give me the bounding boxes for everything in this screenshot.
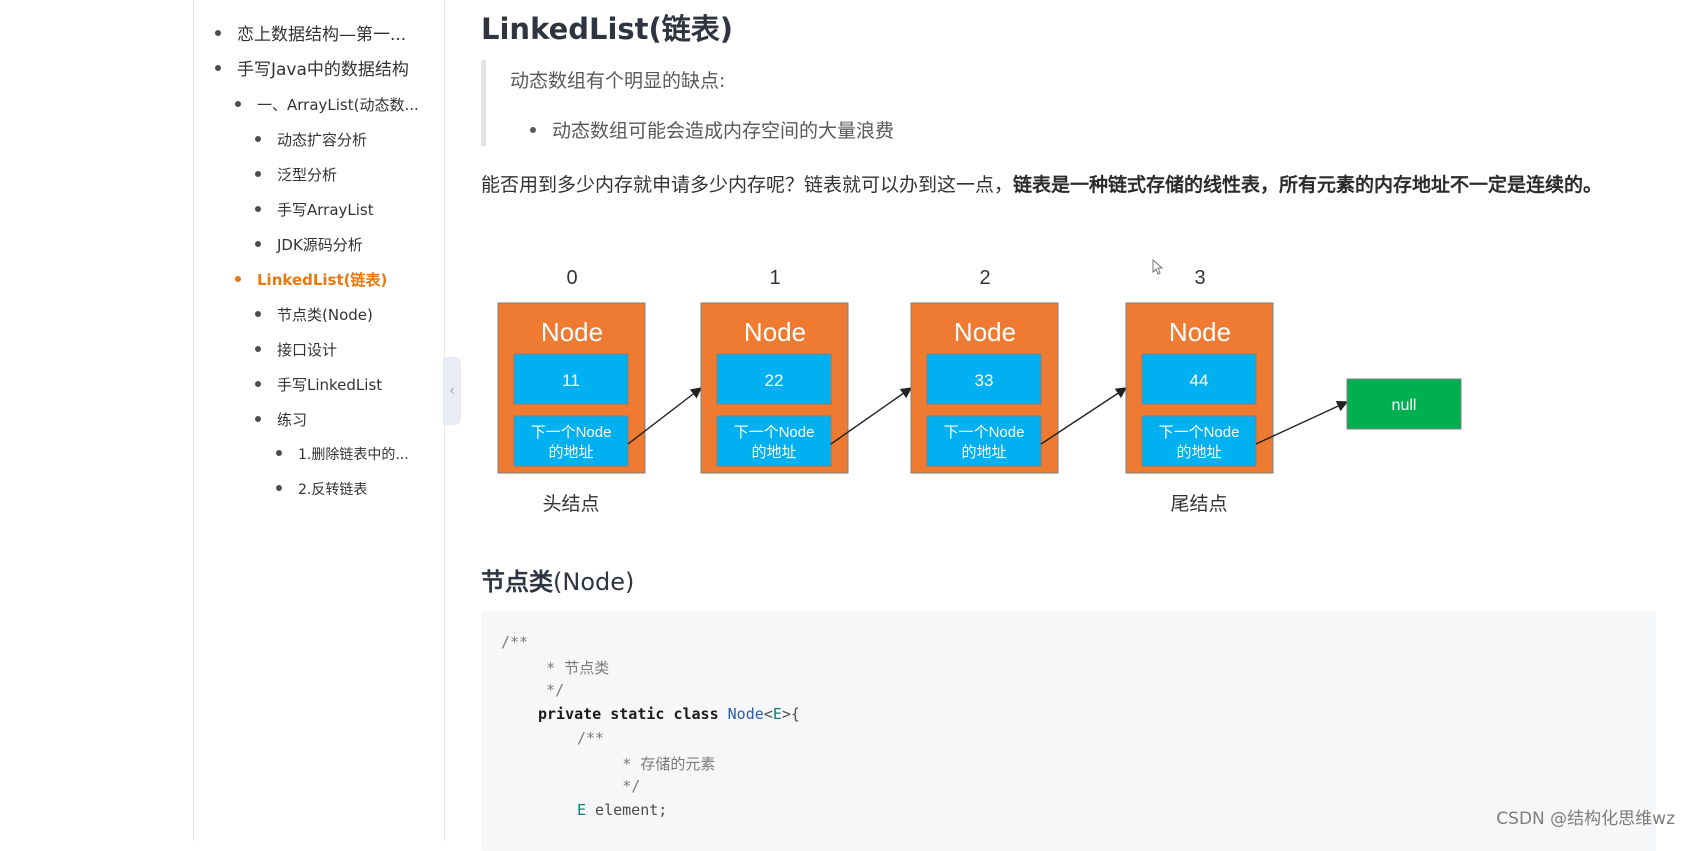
bullet-icon [235, 100, 241, 107]
code-block: /** * 节点类 */ private static class Node<E… [481, 611, 1656, 851]
null-label: null [1392, 397, 1417, 414]
bullet-icon [215, 30, 221, 36]
node-title: Node [1169, 317, 1231, 347]
node-value: 22 [765, 371, 784, 390]
node-value: 11 [562, 371, 580, 390]
bullet-icon [255, 170, 261, 177]
node-index-label: 3 [1194, 267, 1205, 289]
bullet-icon [276, 485, 282, 491]
quote-list-item: 动态数组可能会造成内存空间的大量浪费 [530, 116, 894, 143]
bullet-icon [530, 126, 536, 133]
code-line: E element; [577, 801, 667, 819]
node-next-label: 下一个Node [531, 424, 612, 441]
paragraph-plain: 能否用到多少内存就申请多少内存呢？链表就可以办到这一点， [481, 174, 1014, 196]
bullet-icon [255, 240, 261, 247]
body-paragraph: 能否用到多少内存就申请多少内存呢？链表就可以办到这一点，链表是一种链式存储的线性… [481, 169, 1641, 201]
node-title: Node [744, 317, 806, 347]
head-node-label: 头结点 [542, 493, 599, 515]
subheading-latin: (Node) [553, 568, 635, 596]
watermark: CSDN @结构化思维wz [1496, 809, 1675, 829]
toc-item-label: 2.反转链表 [298, 482, 368, 498]
bullet-icon [255, 135, 261, 142]
toc-item[interactable]: 恋上数据结构—第一... [215, 25, 406, 45]
code-type: E [577, 801, 587, 819]
bullet-icon [255, 205, 261, 212]
toc-item[interactable]: LinkedList(链表) [235, 270, 387, 290]
node-next-label: 的地址 [751, 444, 796, 461]
toc-item-label: 练习 [277, 411, 308, 429]
node-next-label: 的地址 [548, 444, 593, 461]
toc-item[interactable]: 1.删除链表中的... [276, 445, 409, 465]
node-title: Node [954, 317, 1016, 347]
code-class-name: Node [727, 705, 764, 723]
node-index-label: 2 [979, 267, 990, 289]
node-next-label: 下一个Node [944, 424, 1025, 441]
toc-item[interactable]: 节点类(Node) [255, 305, 373, 325]
code-line: */ [541, 777, 641, 795]
quote-bullet-text: 动态数组可能会造成内存空间的大量浪费 [552, 120, 895, 142]
node-value: 33 [975, 371, 994, 390]
code-line: * 存储的元素 [541, 755, 716, 773]
bullet-icon [276, 450, 282, 456]
bullet-icon [215, 65, 221, 71]
toc-item[interactable]: 手写LinkedList [255, 375, 382, 395]
toc-item[interactable]: 泛型分析 [255, 165, 337, 185]
node-index-label: 0 [566, 267, 577, 289]
toc-item[interactable]: 手写ArrayList [255, 200, 374, 220]
tail-node-label: 尾结点 [1170, 493, 1227, 515]
node-index-label: 1 [769, 267, 780, 289]
toc-item-label: 手写Java中的数据结构 [237, 60, 409, 80]
code-line: */ [501, 681, 565, 699]
paragraph-bold: 链表是一种链式存储的线性表，所有元素的内存地址不一定是连续的。 [1013, 174, 1603, 196]
code-field: element; [586, 801, 668, 819]
bullet-icon [255, 380, 261, 387]
quote-text: 动态数组有个明显的缺点: [510, 70, 726, 92]
article-content: LinkedList(链表) 动态数组有个明显的缺点: 动态数组可能会造成内存空… [481, 0, 1661, 851]
toc-item[interactable]: JDK源码分析 [255, 235, 363, 255]
toc-item-label: 手写LinkedList [277, 376, 383, 394]
code-line: private static class Node<E>{ [538, 705, 800, 723]
toc-item-label: 一、ArrayList(动态数... [257, 96, 419, 114]
node-next-label: 下一个Node [1159, 424, 1240, 441]
chevron-left-icon: ‹ [449, 383, 455, 399]
code-line: /** [501, 633, 529, 651]
bullet-icon [255, 310, 261, 317]
toc-item-label: 动态扩容分析 [277, 131, 368, 149]
node-next-label: 的地址 [961, 444, 1006, 461]
bullet-icon [255, 345, 261, 352]
code-line: /** [577, 729, 605, 747]
left-gutter [0, 0, 194, 841]
toc-item-label: 泛型分析 [277, 166, 338, 184]
toc-item-label: 接口设计 [277, 341, 338, 359]
toc-item-label: 恋上数据结构—第一... [237, 25, 407, 45]
node-title: Node [541, 317, 603, 347]
node-value: 44 [1190, 371, 1209, 390]
table-of-contents: 恋上数据结构—第一... 手写Java中的数据结构一、ArrayList(动态数.… [194, 0, 445, 841]
toc-item-label: 节点类(Node) [277, 306, 373, 324]
mouse-cursor-icon [1152, 259, 1164, 275]
toc-item-label: 手写ArrayList [277, 201, 374, 219]
toc-item[interactable]: 2.反转链表 [276, 480, 367, 500]
bullet-icon [235, 275, 241, 282]
toc-item[interactable]: 练习 [255, 410, 307, 430]
toc-item[interactable]: 接口设计 [255, 340, 337, 360]
blockquote: 动态数组有个明显的缺点: 动态数组可能会造成内存空间的大量浪费 [481, 60, 1561, 146]
toc-item[interactable]: 一、ArrayList(动态数... [235, 95, 419, 115]
bullet-icon [255, 415, 261, 422]
section-heading-node: 节点类(Node) [481, 562, 634, 597]
toc-item-label: 1.删除链表中的... [298, 447, 409, 463]
subheading-cjk: 节点类 [481, 568, 553, 596]
code-generic: <E>{ [763, 705, 800, 723]
toc-item[interactable]: 动态扩容分析 [255, 130, 367, 150]
toc-item[interactable]: 手写Java中的数据结构 [215, 60, 409, 80]
toc-collapse-button[interactable]: ‹ [443, 357, 461, 425]
toc-item-label: LinkedList(链表) [257, 271, 388, 289]
linked-list-diagram: 0 Node 11 下一个Node 的地址 1 Node 22 下一个Node 的地址 2 Node 3… [497, 267, 1462, 515]
code-line: * 节点类 [501, 659, 610, 677]
node-next-label: 下一个Node [734, 424, 815, 441]
node-next-label: 的地址 [1176, 444, 1221, 461]
code-keyword: private static class [538, 705, 728, 723]
toc-item-label: JDK源码分析 [277, 236, 363, 254]
article-heading: LinkedList(链表) [481, 12, 734, 46]
